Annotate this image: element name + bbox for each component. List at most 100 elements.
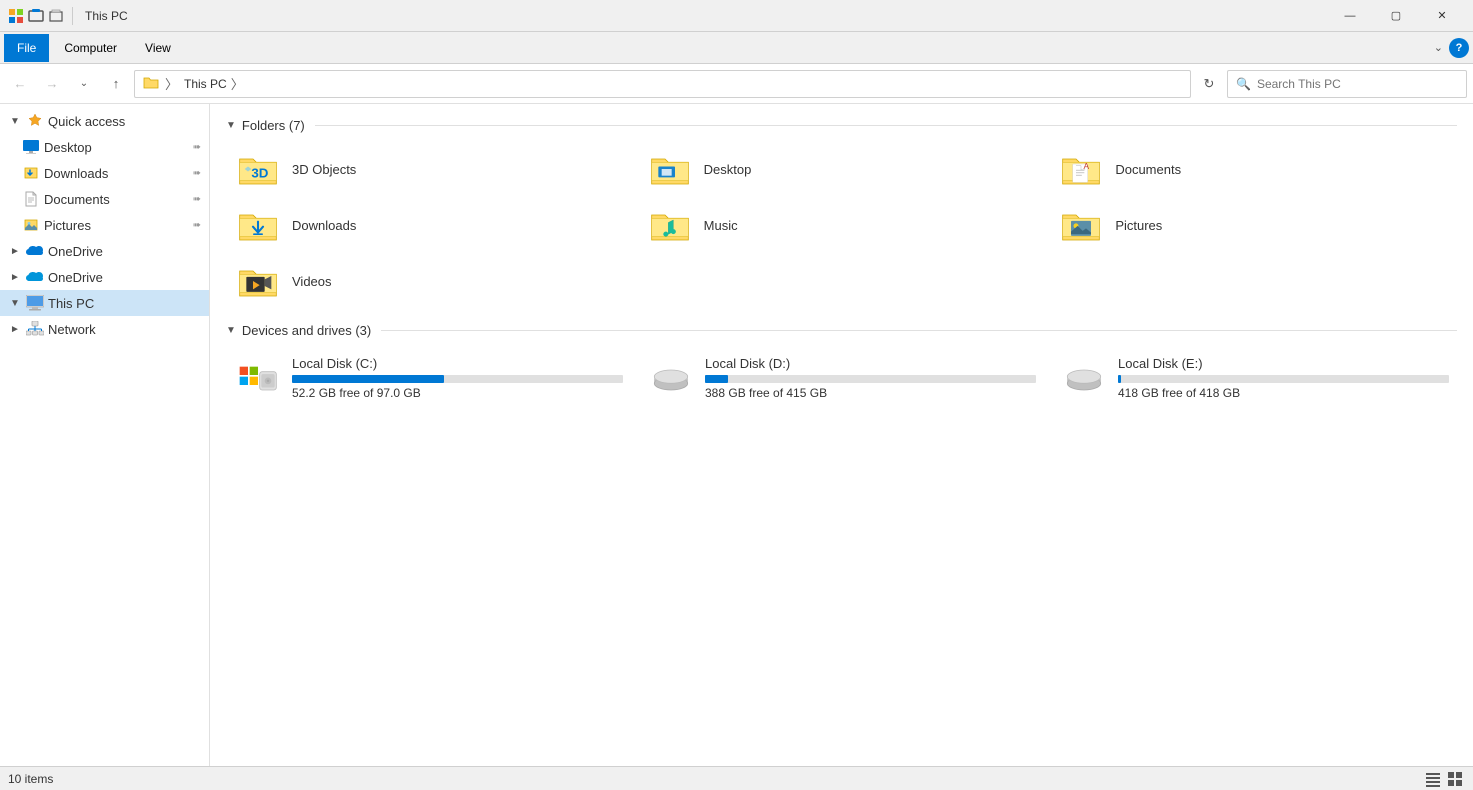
tab-file[interactable]: File xyxy=(4,34,49,62)
folder-pictures-icon xyxy=(1057,205,1105,245)
sidebar: ▼ Quick access Desktop ➠ xyxy=(0,104,210,766)
folder-videos-icon xyxy=(234,261,282,301)
folders-section-header: ▼ Folders (7) xyxy=(226,118,1457,133)
folder-downloads-icon xyxy=(234,205,282,245)
ribbon: File Computer View ⌄ ? xyxy=(0,32,1473,64)
onedrive2-icon xyxy=(26,268,44,286)
folders-section-title: Folders (7) xyxy=(242,118,305,133)
sidebar-item-desktop[interactable]: Desktop ➠ xyxy=(0,134,209,160)
sidebar-quick-access[interactable]: ▼ Quick access xyxy=(0,108,209,134)
desktop-pin-icon: ➠ xyxy=(193,142,201,153)
documents-label: Documents xyxy=(44,192,189,207)
sidebar-item-thispc[interactable]: ▼ This PC xyxy=(0,290,209,316)
drive-e[interactable]: Local Disk (E:) 418 GB free of 418 GB xyxy=(1052,348,1457,412)
drive-d-name: Local Disk (D:) xyxy=(705,356,1036,371)
documents-icon-small xyxy=(22,190,40,208)
sidebar-item-onedrive2[interactable]: ► OneDrive xyxy=(0,264,209,290)
drive-e-info: Local Disk (E:) 418 GB free of 418 GB xyxy=(1118,356,1449,400)
folders-grid: 3D 3D Objects Desktop xyxy=(226,143,1457,307)
tab-view[interactable]: View xyxy=(132,34,184,62)
drive-e-space: 418 GB free of 418 GB xyxy=(1118,386,1449,400)
path-separator-1: 〉 xyxy=(165,74,178,93)
status-bar: 10 items xyxy=(0,766,1473,790)
title-bar-controls[interactable]: — ▢ ✕ xyxy=(1327,0,1465,32)
folder-3dobjects-icon: 3D xyxy=(234,149,282,189)
large-icons-view-button[interactable] xyxy=(1445,769,1465,789)
pictures-pin-icon: ➠ xyxy=(193,220,201,231)
sidebar-item-documents[interactable]: Documents ➠ xyxy=(0,186,209,212)
drive-c[interactable]: Local Disk (C:) 52.2 GB free of 97.0 GB xyxy=(226,348,631,412)
drive-d-bar-fill xyxy=(705,375,728,383)
title-bar-icons xyxy=(8,7,77,25)
sidebar-item-network[interactable]: ► Network xyxy=(0,316,209,342)
address-bar: ← → ⌄ ↑ 〉 This PC 〉 ↻ 🔍 xyxy=(0,64,1473,104)
pictures-icon-small xyxy=(22,216,40,234)
onedrive2-chevron: ► xyxy=(8,270,22,284)
ribbon-chevron: ⌄ ? xyxy=(1434,38,1469,58)
drive-c-icon xyxy=(234,356,282,404)
status-item-count: 10 items xyxy=(8,772,53,786)
thispc-label: This PC xyxy=(48,296,201,311)
forward-button[interactable]: → xyxy=(38,70,66,98)
sidebar-item-downloads[interactable]: Downloads ➠ xyxy=(0,160,209,186)
quick-access-chevron: ▼ xyxy=(8,114,22,128)
drive-c-space: 52.2 GB free of 97.0 GB xyxy=(292,386,623,400)
sidebar-item-pictures[interactable]: Pictures ➠ xyxy=(0,212,209,238)
thispc-icon xyxy=(26,294,44,312)
onedrive1-chevron: ► xyxy=(8,244,22,258)
dropdown-button[interactable]: ⌄ xyxy=(70,70,98,98)
folder-documents[interactable]: A Documents xyxy=(1049,143,1457,195)
drive-c-name: Local Disk (C:) xyxy=(292,356,623,371)
folder-downloads-label: Downloads xyxy=(292,218,356,233)
folder-downloads[interactable]: Downloads xyxy=(226,199,634,251)
desktop-label: Desktop xyxy=(44,140,189,155)
refresh-button[interactable]: ↻ xyxy=(1195,70,1223,98)
folders-divider xyxy=(315,125,1457,126)
app-icon-3 xyxy=(48,8,64,24)
folder-pictures[interactable]: Pictures xyxy=(1049,199,1457,251)
folder-videos[interactable]: Videos xyxy=(226,255,634,307)
search-box[interactable]: 🔍 xyxy=(1227,70,1467,98)
desktop-icon-small xyxy=(22,138,40,156)
drive-d[interactable]: Local Disk (D:) 388 GB free of 415 GB xyxy=(639,348,1044,412)
drives-grid: Local Disk (C:) 52.2 GB free of 97.0 GB xyxy=(226,348,1457,412)
search-input[interactable] xyxy=(1257,77,1458,91)
sidebar-item-onedrive1[interactable]: ► OneDrive xyxy=(0,238,209,264)
address-path[interactable]: 〉 This PC 〉 xyxy=(134,70,1191,98)
folder-desktop-icon xyxy=(646,149,694,189)
folder-desktop[interactable]: Desktop xyxy=(638,143,1046,195)
folders-chevron[interactable]: ▼ xyxy=(226,120,236,131)
back-button[interactable]: ← xyxy=(6,70,34,98)
folder-music-icon xyxy=(646,205,694,245)
drive-e-bar-fill xyxy=(1118,375,1121,383)
network-label: Network xyxy=(48,322,201,337)
main-layout: ▼ Quick access Desktop ➠ xyxy=(0,104,1473,766)
details-view-button[interactable] xyxy=(1423,769,1443,789)
window-title: This PC xyxy=(85,9,128,23)
folder-3dobjects-label: 3D Objects xyxy=(292,162,356,177)
minimize-button[interactable]: — xyxy=(1327,0,1373,32)
up-button[interactable]: ↑ xyxy=(102,70,130,98)
onedrive1-icon xyxy=(26,242,44,260)
downloads-label: Downloads xyxy=(44,166,189,181)
tab-computer[interactable]: Computer xyxy=(51,34,130,62)
folder-music[interactable]: Music xyxy=(638,199,1046,251)
downloads-icon-small xyxy=(22,164,40,182)
app-icon-1 xyxy=(8,8,24,24)
svg-text:3D: 3D xyxy=(251,165,268,180)
star-icon xyxy=(26,112,44,130)
search-icon: 🔍 xyxy=(1236,77,1251,91)
drive-d-bar-bg xyxy=(705,375,1036,383)
devices-chevron[interactable]: ▼ xyxy=(226,325,236,336)
drive-e-name: Local Disk (E:) xyxy=(1118,356,1449,371)
maximize-button[interactable]: ▢ xyxy=(1373,0,1419,32)
folder-music-label: Music xyxy=(704,218,738,233)
drive-d-icon xyxy=(647,356,695,404)
close-button[interactable]: ✕ xyxy=(1419,0,1465,32)
folder-3dobjects[interactable]: 3D 3D Objects xyxy=(226,143,634,195)
devices-section-title: Devices and drives (3) xyxy=(242,323,371,338)
help-button[interactable]: ? xyxy=(1449,38,1469,58)
title-bar: This PC — ▢ ✕ xyxy=(0,0,1473,32)
drive-d-space: 388 GB free of 415 GB xyxy=(705,386,1036,400)
documents-pin-icon: ➠ xyxy=(193,194,201,205)
